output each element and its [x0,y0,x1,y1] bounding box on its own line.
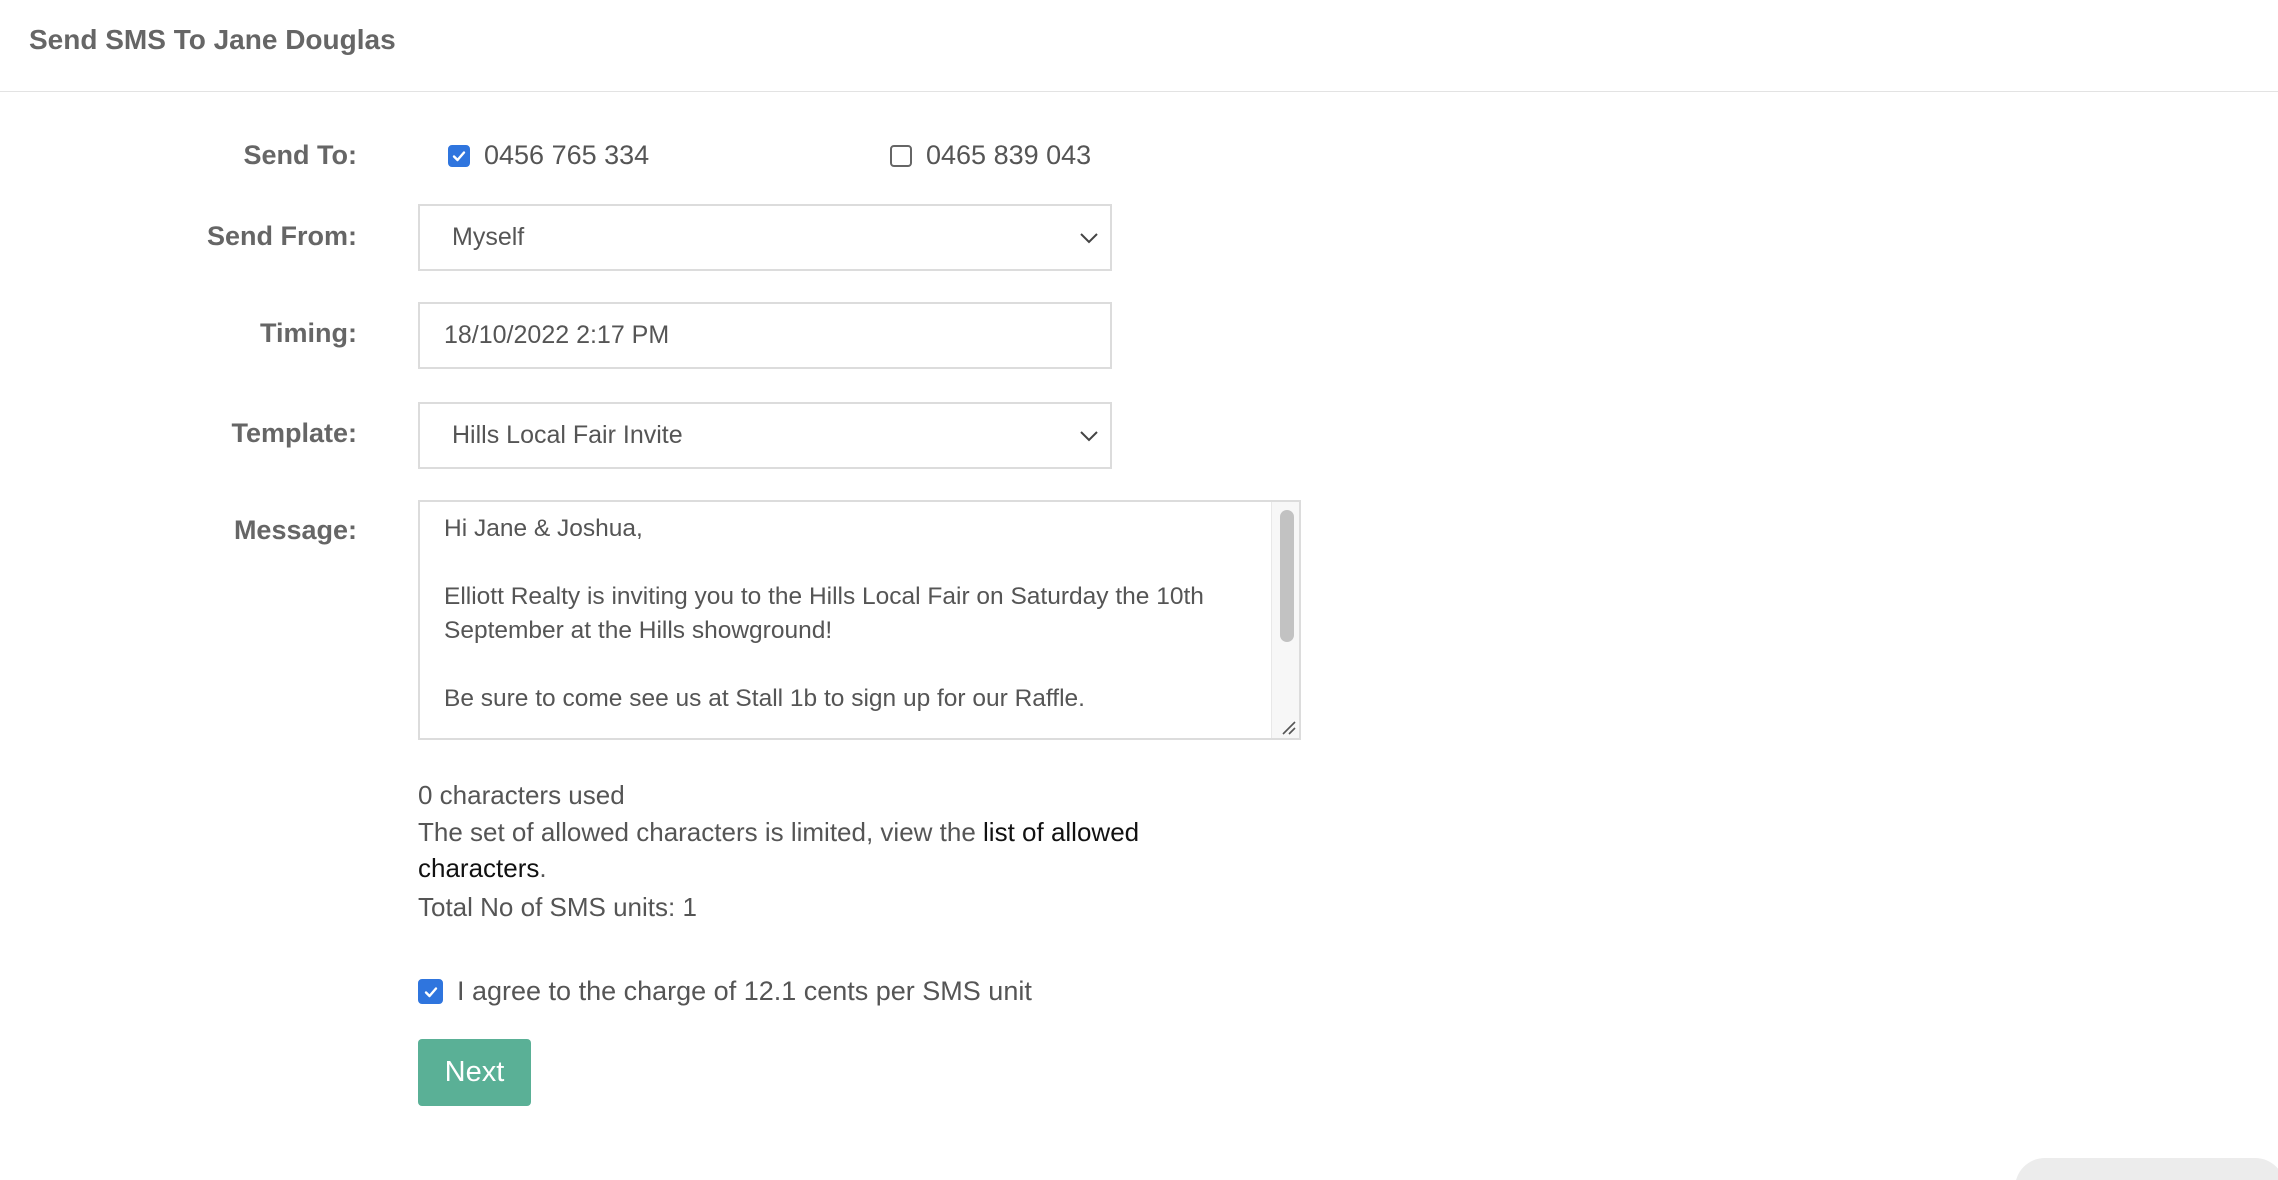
sms-page: Send SMS To Jane Douglas Send To: 0456 7… [0,0,2278,1180]
agree-charge[interactable]: I agree to the charge of 12.1 cents per … [418,976,1032,1007]
chevron-down-icon [1080,430,1098,441]
allowed-characters-line1: The set of allowed characters is limited… [418,817,1139,848]
message-label: Message: [233,515,357,545]
page-header: Send SMS To Jane Douglas [0,0,2278,92]
floating-widget[interactable] [2015,1158,2278,1180]
resize-grip-icon[interactable] [1279,718,1297,736]
message-line: Hi Jane & Joshua, [444,515,643,542]
allowed-characters-period: . [539,853,547,883]
message-scrollbar[interactable] [1271,502,1299,738]
message-line: Be sure to come see us at Stall 1b to si… [444,685,1085,712]
chevron-down-icon [1080,232,1098,243]
timing-label: Timing: [260,318,357,348]
send-from-select[interactable]: Myself [418,204,1112,271]
allowed-characters-link[interactable]: list of allowed [983,817,1139,847]
message-scroll-thumb[interactable] [1280,510,1294,642]
send-from-value: Myself [452,223,525,251]
send-to-checkbox-2[interactable] [890,144,912,167]
page-title: Send SMS To Jane Douglas [29,24,396,55]
message-line: September at the Hills showground! [444,617,833,644]
send-to-label: Send To: [243,140,357,170]
send-to-number-1: 0456 765 334 [484,140,650,170]
timing-value: 18/10/2022 2:17 PM [444,321,670,349]
send-from-label: Send From: [206,221,357,251]
timing-input[interactable]: 18/10/2022 2:17 PM [418,302,1112,369]
allowed-characters-link-cont[interactable]: characters [418,853,539,883]
message-line: Elliott Realty is inviting you to the Hi… [444,583,1204,610]
check-icon [424,986,437,997]
template-select[interactable]: Hills Local Fair Invite [418,402,1112,469]
check-icon [452,150,466,161]
next-button[interactable]: Next [418,1039,531,1106]
template-value: Hills Local Fair Invite [452,421,683,449]
send-to-number-2: 0465 839 043 [926,140,1092,170]
characters-used: 0 characters used [418,780,625,810]
message-text: Hi Jane & Joshua, Elliott Realty is invi… [444,512,1264,716]
allowed-characters-line2: characters. [418,853,547,884]
message-textarea[interactable]: Hi Jane & Joshua, Elliott Realty is invi… [418,500,1301,740]
send-to-checkbox-1[interactable] [448,144,470,167]
agree-label: I agree to the charge of 12.1 cents per … [457,976,1032,1006]
send-to-option-2[interactable]: 0465 839 043 [890,140,1091,171]
template-label: Template: [231,418,357,448]
sms-units: Total No of SMS units: 1 [418,892,697,922]
send-to-option-1[interactable]: 0456 765 334 [448,140,649,171]
allowed-characters-text: The set of allowed characters is limited… [418,817,984,847]
agree-checkbox[interactable] [418,979,443,1004]
